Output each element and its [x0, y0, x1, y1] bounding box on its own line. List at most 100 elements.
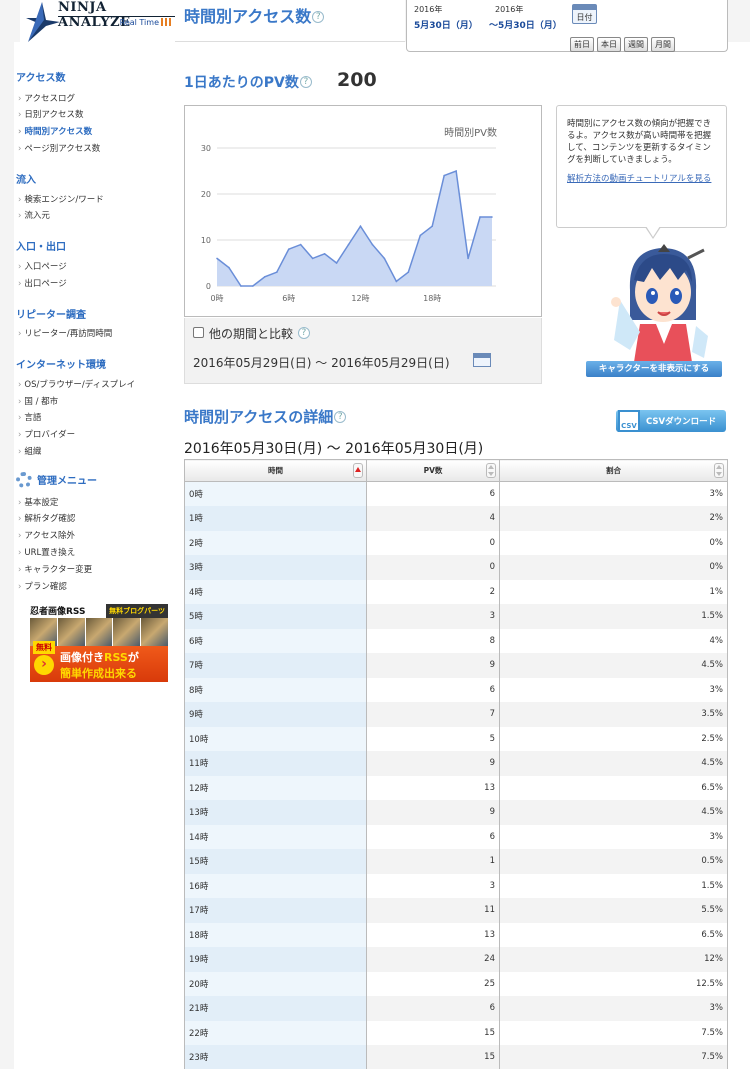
y-tick-label: 30	[201, 144, 211, 153]
hour-cell: 14時	[184, 824, 367, 849]
data-point	[443, 174, 445, 177]
calendar-icon[interactable]: 日付	[572, 4, 597, 24]
week-button[interactable]: 週間	[624, 37, 648, 52]
calendar-icon[interactable]	[473, 353, 491, 367]
sidebar-item-organization[interactable]: 組織	[18, 445, 41, 457]
month-button[interactable]: 月間	[651, 37, 675, 52]
data-point	[407, 271, 410, 273]
sidebar-item-entry-page[interactable]: 入口ページ	[18, 260, 66, 272]
sidebar-item-daily-access[interactable]: 日別アクセス数	[18, 108, 83, 120]
hour-cell: 5時	[184, 604, 367, 629]
data-point	[395, 280, 398, 283]
help-icon[interactable]: ?	[299, 76, 312, 88]
sidebar-item-os-browser[interactable]: OS/ブラウザー/ディスプレイ	[18, 378, 135, 390]
csv-download-button[interactable]: CSV CSVダウンロード	[616, 410, 726, 432]
sidebar-heading-admin: 管理メニュー	[16, 472, 97, 488]
sidebar-item-url-replace[interactable]: URL置き換え	[18, 546, 75, 558]
help-icon[interactable]: ?	[334, 411, 347, 423]
tutorial-link[interactable]: 解析方法の動画チュートリアルを見る	[567, 173, 716, 185]
sidebar-item-basic-settings[interactable]: 基本設定	[18, 496, 58, 508]
sort-asc-icon[interactable]	[353, 463, 363, 478]
hour-cell: 18時	[184, 922, 367, 947]
hour-cell: 20時	[184, 971, 367, 996]
brand-underline	[58, 16, 175, 17]
ad-thumbnail	[57, 618, 85, 646]
hour-cell: 15時	[184, 849, 367, 874]
sidebar-item-referrer[interactable]: 流入元	[18, 209, 50, 221]
ratio-cell: 7.5%	[499, 1020, 728, 1045]
help-icon[interactable]: ?	[312, 11, 325, 23]
y-tick-label: 10	[201, 236, 211, 245]
ad-free-badge: 無料	[33, 641, 55, 654]
tip-text: 時間別にアクセス数の傾向が把握できるよ。アクセス数が高い時間帯を把握して、コンテ…	[567, 119, 712, 165]
logo[interactable]: NINJA ANALYZE Real Time	[20, 0, 175, 44]
ratio-cell: 3%	[499, 996, 728, 1021]
column-header-hour[interactable]: 時間	[184, 459, 367, 482]
compare-range[interactable]: 2016年05月29日(日) 〜 2016年05月29日(日)	[193, 354, 450, 371]
data-point	[467, 257, 469, 260]
hide-character-button[interactable]: キャラクターを非表示にする	[586, 361, 722, 377]
ad-brand: 忍者画像RSS	[30, 607, 86, 617]
column-header-ratio[interactable]: 割合	[499, 459, 728, 482]
sidebar-item-provider[interactable]: プロバイダー	[18, 428, 75, 440]
hour-cell: 17時	[184, 898, 367, 923]
sort-icon[interactable]	[714, 463, 724, 478]
sidebar-item-exclude-access[interactable]: アクセス除外	[18, 529, 75, 541]
ratio-cell: 12.5%	[499, 971, 728, 996]
sidebar-item-revisit[interactable]: リピーター/再訪問時間	[18, 327, 112, 339]
y-tick-label: 0	[206, 282, 211, 291]
table-row: 0時 6 3%	[184, 481, 728, 506]
hour-cell: 9時	[184, 702, 367, 727]
table-row: 2時 0 0%	[184, 530, 728, 555]
column-header-pv[interactable]: PV数	[366, 459, 500, 482]
end-date[interactable]: 〜5月30日（月）	[489, 18, 562, 31]
hour-cell: 7時	[184, 653, 367, 678]
table-row: 1時 4 2%	[184, 506, 728, 531]
table-row: 10時 5 2.5%	[184, 726, 728, 751]
pv-cell: 6	[366, 677, 500, 702]
sidebar-item-character-change[interactable]: キャラクター変更	[18, 563, 92, 575]
pv-cell: 8	[366, 628, 500, 653]
pv-cell: 1	[366, 849, 500, 874]
pv-cell: 13	[366, 775, 500, 800]
ratio-cell: 0.5%	[499, 849, 728, 874]
data-point	[240, 285, 242, 287]
sidebar-item-page-access[interactable]: ページ別アクセス数	[18, 142, 100, 154]
bar-chart-icon	[161, 18, 171, 26]
hour-cell: 19時	[184, 947, 367, 972]
brand-tagline: Real Time	[120, 18, 171, 27]
table-row: 4時 2 1%	[184, 579, 728, 604]
x-tick-label: 18時	[423, 294, 441, 303]
sidebar-item-hourly-access[interactable]: 時間別アクセス数	[18, 125, 93, 137]
today-button[interactable]: 本日	[597, 37, 621, 52]
table-row: 3時 0 0%	[184, 555, 728, 580]
rss-ad-banner[interactable]: 忍者画像RSS 無料ブログパーツ 無料 › 画像付きRSSが 簡単作成出来る	[30, 604, 168, 682]
help-icon[interactable]: ?	[297, 327, 310, 339]
hour-cell: 10時	[184, 726, 367, 751]
hour-cell: 21時	[184, 996, 367, 1021]
ad-header: 忍者画像RSS 無料ブログパーツ	[30, 604, 168, 618]
sidebar-item-access-log[interactable]: アクセスログ	[18, 92, 75, 104]
hourly-pv-chart: 0 10 20 30 0時 6時 12時 18時 時間別PV数	[184, 105, 542, 317]
sort-icon[interactable]	[486, 463, 496, 478]
ratio-cell: 4.5%	[499, 751, 728, 776]
pv-cell: 13	[366, 922, 500, 947]
data-point	[252, 285, 254, 287]
hour-cell: 11時	[184, 751, 367, 776]
prev-day-button[interactable]: 前日	[570, 37, 594, 52]
data-point	[323, 253, 326, 255]
sidebar-item-language[interactable]: 言語	[18, 411, 41, 423]
table-row: 18時 13 6.5%	[184, 922, 728, 947]
sidebar-item-country-city[interactable]: 国 / 都市	[18, 395, 58, 407]
sidebar-item-tag-check[interactable]: 解析タグ確認	[18, 512, 75, 524]
sidebar-item-exit-page[interactable]: 出口ページ	[18, 277, 66, 289]
sidebar-item-plan[interactable]: プラン確認	[18, 580, 67, 592]
hour-cell: 23時	[184, 1045, 367, 1069]
y-tick-label: 20	[201, 190, 211, 199]
compare-checkbox[interactable]	[193, 327, 204, 338]
data-point	[455, 170, 457, 172]
start-date[interactable]: 5月30日（月）	[414, 18, 478, 31]
ad-tag: 無料ブログパーツ	[106, 604, 168, 618]
hour-cell: 22時	[184, 1020, 367, 1045]
sidebar-item-search-words[interactable]: 検索エンジン/ワード	[18, 193, 103, 205]
